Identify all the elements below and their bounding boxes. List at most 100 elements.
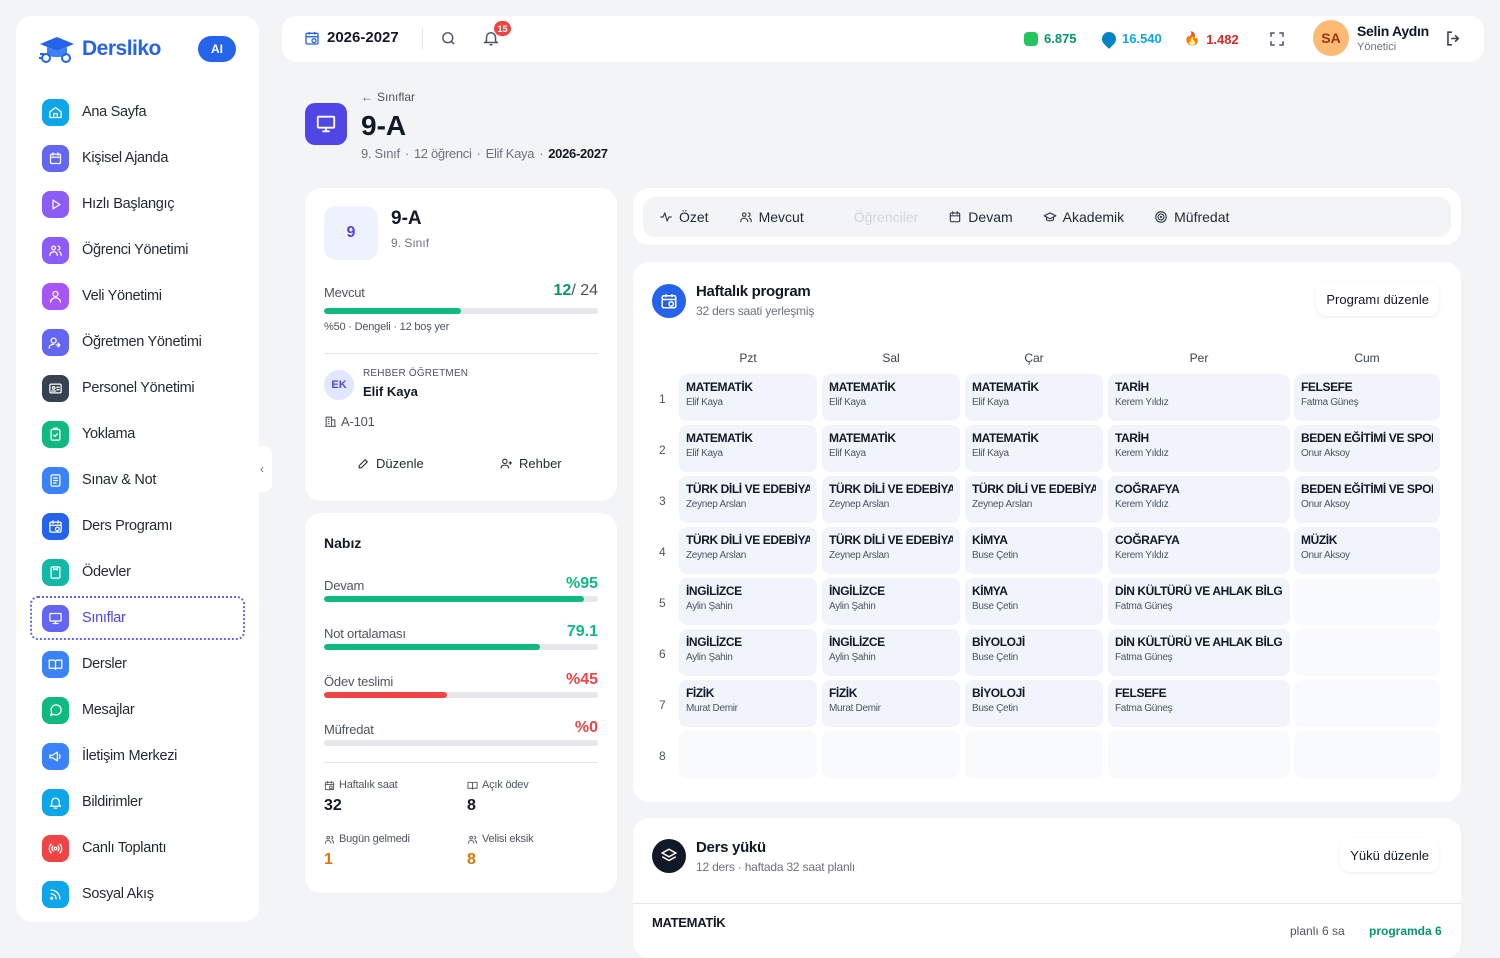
period-number: 5: [659, 596, 666, 610]
sidebar-item-13[interactable]: Mesajlar: [30, 687, 245, 733]
schedule-cell[interactable]: MATEMATİK Elif Kaya: [965, 374, 1103, 421]
schedule-cell[interactable]: TÜRK DİLİ VE EDEBİYATI Zeynep Arslan: [822, 476, 960, 523]
sidebar-item-0[interactable]: Ana Sayfa: [30, 89, 245, 135]
schedule-cell[interactable]: BİYOLOJİ Buse Çetin: [965, 680, 1103, 727]
schedule-cell[interactable]: İNGİLİZCE Aylin Şahin: [679, 578, 817, 625]
class-tabs: Özet Mevcut Öğrenciler Devam Akademik Müfreda…: [643, 197, 1451, 237]
schedule-cell-empty[interactable]: [1108, 731, 1290, 778]
schedule-cell[interactable]: BİYOLOJİ Buse Çetin: [965, 629, 1103, 676]
sidebar-collapse-button[interactable]: ‹: [252, 446, 272, 492]
schedule-cell[interactable]: BEDEN EĞİTİMİ VE SPOR Onur Aksoy: [1294, 425, 1440, 472]
schedule-cell-empty[interactable]: [822, 731, 960, 778]
mini-stat-label: Açık ödev: [467, 779, 529, 791]
sidebar-item-label: Öğrenci Yönetimi: [82, 242, 189, 258]
schedule-cell-empty[interactable]: [1294, 578, 1440, 625]
schedule-cell[interactable]: MATEMATİK Elif Kaya: [822, 374, 960, 421]
day-header: Cum: [1354, 351, 1380, 365]
sidebar-item-12[interactable]: Dersler: [30, 641, 245, 687]
schedule-cell[interactable]: COĞRAFYA Kerem Yıldız: [1108, 476, 1290, 523]
schedule-cell[interactable]: TÜRK DİLİ VE EDEBİYATI Zeynep Arslan: [679, 476, 817, 523]
metric-bar-fill: [324, 692, 448, 698]
sidebar-item-1[interactable]: Kişisel Ajanda: [30, 135, 245, 181]
edit-load-button[interactable]: Yükü düzenle: [1340, 838, 1439, 872]
building-icon: [325, 416, 336, 427]
tab-2[interactable]: Öğrenciler: [834, 209, 919, 225]
sidebar-item-label: Dersler: [82, 656, 127, 672]
schedule-cell[interactable]: TARİH Kerem Yıldız: [1108, 374, 1290, 421]
schedule-cell-empty[interactable]: [1294, 680, 1440, 727]
schedule-cell[interactable]: DİN KÜLTÜRÜ VE AHLAK BİLGİSİ Fatma Güneş: [1108, 629, 1290, 676]
avatar[interactable]: SA: [1313, 20, 1349, 56]
room-info: A-101: [324, 414, 375, 429]
sidebar-item-16[interactable]: Canlı Toplantı: [30, 825, 245, 871]
schedule-cell[interactable]: FELSEFE Fatma Güneş: [1108, 680, 1290, 727]
sidebar-item-4[interactable]: Veli Yönetimi: [30, 273, 245, 319]
schedule-cell[interactable]: İNGİLİZCE Aylin Şahin: [822, 629, 960, 676]
schedule-cell[interactable]: FİZİK Murat Demir: [822, 680, 960, 727]
teacher-name[interactable]: Elif Kaya: [363, 384, 418, 399]
sidebar-item-15[interactable]: Bildirimler: [30, 779, 245, 825]
schedule-cell[interactable]: TÜRK DİLİ VE EDEBİYATI Zeynep Arslan: [822, 527, 960, 574]
sidebar-item-17[interactable]: Sosyal Akış: [30, 871, 245, 917]
schedule-cell[interactable]: MÜZİK Onur Aksoy: [1294, 527, 1440, 574]
schedule-cell[interactable]: İNGİLİZCE Aylin Şahin: [822, 578, 960, 625]
guide-teacher-button[interactable]: Rehber: [500, 456, 562, 471]
sidebar-item-3[interactable]: Öğrenci Yönetimi: [30, 227, 245, 273]
schedule-cell[interactable]: DİN KÜLTÜRÜ VE AHLAK BİLGİSİ Fatma Güneş: [1108, 578, 1290, 625]
schedule-cell[interactable]: MATEMATİK Elif Kaya: [965, 425, 1103, 472]
sidebar-item-8[interactable]: Sınav & Not: [30, 457, 245, 503]
sidebar-item-6[interactable]: Personel Yönetimi: [30, 365, 245, 411]
edit-schedule-button[interactable]: Programı düzenle: [1316, 282, 1439, 316]
sidebar-item-11[interactable]: Sınıflar: [30, 596, 245, 640]
tab-3[interactable]: Devam: [948, 209, 1013, 225]
sidebar-item-2[interactable]: Hızlı Başlangıç: [30, 181, 245, 227]
metric-value: %0: [574, 719, 598, 736]
class-card-title: 9-A: [391, 208, 422, 229]
schedule-cell[interactable]: MATEMATİK Elif Kaya: [679, 425, 817, 472]
tab-5[interactable]: Müfredat: [1154, 209, 1229, 225]
stat-fire[interactable]: 🔥 1.482: [1184, 31, 1239, 47]
sidebar-item-7[interactable]: Yoklama: [30, 411, 245, 457]
metric-label: Not ortalaması: [324, 626, 406, 641]
schedule-cell-empty[interactable]: [1294, 731, 1440, 778]
sidebar-item-5[interactable]: Öğretmen Yönetimi: [30, 319, 245, 365]
sidebar-item-10[interactable]: Ödevler: [30, 549, 245, 595]
day-header: Sal: [882, 351, 900, 365]
academic-year-selector[interactable]: 2026-2027: [304, 29, 399, 46]
schedule-cell-empty[interactable]: [679, 731, 817, 778]
schedule-cell[interactable]: FİZİK Murat Demir: [679, 680, 817, 727]
schedule-cell[interactable]: TÜRK DİLİ VE EDEBİYATI Zeynep Arslan: [679, 527, 817, 574]
schedule-cell[interactable]: MATEMATİK Elif Kaya: [822, 425, 960, 472]
schedule-cell[interactable]: MATEMATİK Elif Kaya: [679, 374, 817, 421]
schedule-cell[interactable]: İNGİLİZCE Aylin Şahin: [679, 629, 817, 676]
schedule-cell[interactable]: COĞRAFYA Kerem Yıldız: [1108, 527, 1290, 574]
back-link[interactable]: ← Sınıflar: [361, 90, 415, 104]
ai-button[interactable]: AI: [198, 36, 236, 62]
pulse-card: Nabız Devam %95 Not ortalaması 79.1 Ödev…: [305, 513, 617, 893]
schedule-cell[interactable]: KİMYA Buse Çetin: [965, 578, 1103, 625]
home-icon-wrap: [42, 98, 69, 126]
fullscreen-button[interactable]: [1268, 30, 1286, 53]
schedule-cell[interactable]: TARİH Kerem Yıldız: [1108, 425, 1290, 472]
stat-green[interactable]: 6.875: [1024, 31, 1077, 46]
users-icon: [739, 212, 752, 223]
tab-4[interactable]: Akademik: [1043, 209, 1124, 225]
agenda-icon-wrap: [42, 144, 69, 172]
schedule-cell[interactable]: KİMYA Buse Çetin: [965, 527, 1103, 574]
schedule-cell[interactable]: BEDEN EĞİTİMİ VE SPOR Onur Aksoy: [1294, 476, 1440, 523]
tab-0[interactable]: Özet: [659, 209, 709, 225]
tab-1[interactable]: Mevcut: [739, 209, 804, 225]
sidebar-item-label: Kişisel Ajanda: [82, 150, 169, 166]
logout-button[interactable]: [1444, 29, 1463, 53]
schedule-cell[interactable]: TÜRK DİLİ VE EDEBİYATI Zeynep Arslan: [965, 476, 1103, 523]
schedule-cell-empty[interactable]: [1294, 629, 1440, 676]
search-button[interactable]: [440, 30, 457, 52]
schedule-cell[interactable]: FELSEFE Fatma Güneş: [1294, 374, 1440, 421]
stat-blue[interactable]: 16.540: [1099, 28, 1162, 49]
edit-class-button[interactable]: Düzenle: [357, 456, 424, 471]
schedule-cell-empty[interactable]: [965, 731, 1103, 778]
sidebar-item-14[interactable]: İletişim Merkezi: [30, 733, 245, 779]
sidebar-item-9[interactable]: Ders Programı: [30, 503, 245, 549]
brand-logo[interactable]: Dersliko: [38, 34, 161, 64]
presentation-icon-wrap: [42, 604, 69, 632]
